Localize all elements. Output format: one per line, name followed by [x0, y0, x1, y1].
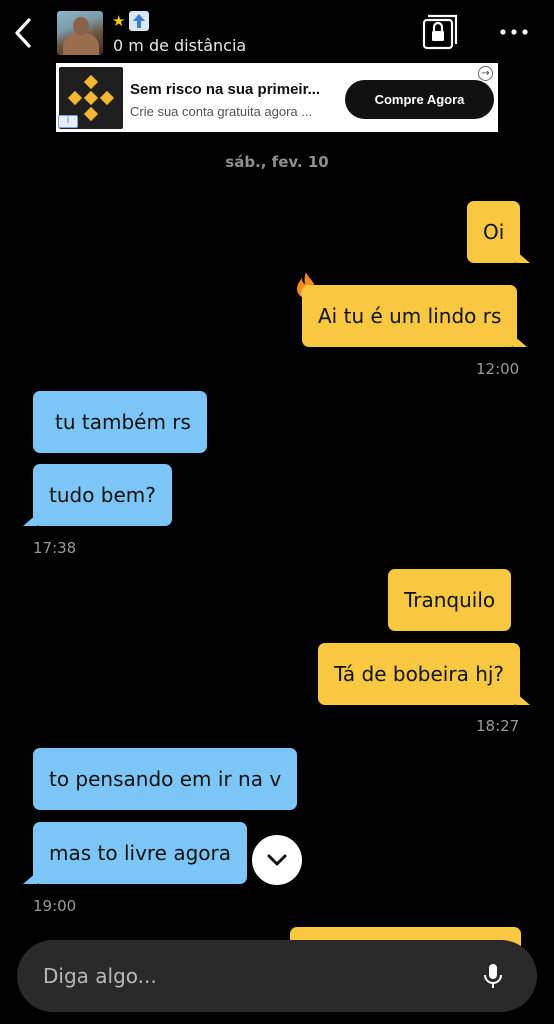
message-outgoing[interactable]: Tá de bobeira hj?	[318, 643, 531, 705]
chat-header: ★ 0 m de distância	[0, 0, 554, 62]
private-album-lock-icon[interactable]	[422, 14, 458, 50]
message-input[interactable]	[43, 960, 463, 992]
message-time: 19:00	[33, 897, 77, 915]
star-icon: ★	[112, 12, 126, 30]
profile-avatar[interactable]	[57, 11, 103, 55]
message-time: 17:38	[33, 539, 77, 557]
ad-info-icon[interactable]: i	[58, 115, 78, 128]
ad-subtitle: Crie sua conta gratuita agora ...	[130, 104, 313, 119]
message-incoming[interactable]: mas to livre agora	[22, 822, 248, 884]
profile-distance: 0 m de distância	[113, 36, 247, 55]
profile-badges: ★	[112, 11, 150, 31]
message-outgoing[interactable]: Ai tu é um lindo rs	[302, 285, 528, 347]
microphone-icon[interactable]	[481, 962, 505, 990]
up-arrow-icon	[129, 11, 150, 31]
message-outgoing[interactable]: Tranquilo	[388, 569, 512, 631]
message-composer	[17, 940, 537, 1012]
message-time: 18:27	[476, 717, 520, 735]
message-outgoing[interactable]: Oi	[467, 201, 531, 263]
date-separator: sáb., fev. 10	[225, 153, 329, 171]
back-chevron-icon[interactable]	[8, 16, 38, 50]
message-time: 12:00	[476, 360, 520, 378]
ad-cta-button[interactable]: Compre Agora	[345, 80, 494, 119]
scroll-to-bottom-button[interactable]	[252, 835, 302, 885]
ad-title: Sem risco na sua primeir...	[130, 81, 321, 98]
message-incoming[interactable]: tudo bem?	[23, 464, 172, 526]
message-incoming[interactable]: tu também rs	[33, 391, 207, 453]
ad-choice-arrow-icon[interactable]: →	[478, 66, 493, 81]
message-incoming[interactable]: to pensando em ir na v	[33, 748, 298, 810]
more-options-icon[interactable]	[498, 22, 530, 42]
ad-banner[interactable]: i Sem risco na sua primeir... Crie sua c…	[56, 63, 498, 132]
chevron-down-icon	[267, 854, 287, 866]
